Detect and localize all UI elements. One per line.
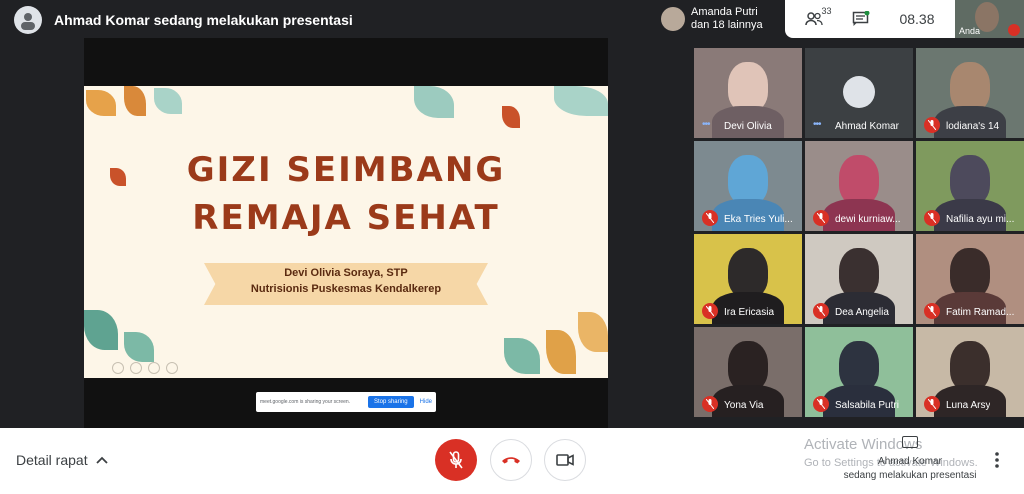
speaking-icon: •••	[702, 119, 710, 130]
leaf-decoration	[578, 312, 608, 352]
camera-toggle-button[interactable]	[544, 439, 586, 481]
participant-tile[interactable]: Salsabila Putri	[805, 327, 913, 417]
participant-name: lodiana's 14	[946, 121, 1000, 132]
leaf-decoration	[86, 90, 116, 116]
participant-name: Eka Tries Yuli...	[724, 214, 793, 225]
self-label: Anda	[959, 26, 981, 36]
mic-off-icon	[924, 396, 940, 412]
participant-tile[interactable]: Dea Angelia	[805, 234, 913, 324]
slide-presenter-role: Nutrisionis Puskesmas Kendalkerep	[250, 283, 442, 295]
participant-name: Ira Ericasia	[724, 307, 775, 318]
leaf-decoration	[546, 330, 576, 374]
stop-sharing-button[interactable]: Stop sharing	[367, 396, 414, 408]
participant-tile[interactable]: lodiana's 14	[916, 48, 1024, 138]
leave-call-button[interactable]	[490, 439, 532, 481]
participant-name: Devi Olivia	[724, 121, 772, 132]
leaf-decoration	[154, 88, 182, 114]
leaf-decoration	[124, 86, 146, 116]
mic-off-icon	[702, 210, 718, 226]
chip-line-2: dan 18 lainnya	[691, 19, 763, 31]
leaf-decoration	[554, 86, 608, 116]
presentation-stage: GIZI SEIMBANG REMAJA SEHAT Devi Olivia S…	[84, 38, 608, 428]
meeting-details-label: Detail rapat	[16, 452, 88, 468]
leaf-decoration	[504, 338, 540, 374]
meet-window: Ahmad Komar sedang melakukan presentasi …	[0, 0, 1024, 494]
participant-name: Yona Via	[724, 400, 764, 411]
chip-line-1: Amanda Putri	[691, 6, 758, 18]
mic-off-icon	[924, 117, 940, 133]
top-right-panel: Amanda Putri dan 18 lainnya 33 08.38 And…	[655, 0, 1024, 38]
prev-slide-icon[interactable]	[112, 362, 124, 374]
leaf-decoration	[84, 310, 118, 350]
participant-tile[interactable]: Fatim Ramad...	[916, 234, 1024, 324]
next-slide-icon[interactable]	[130, 362, 142, 374]
mic-off-icon	[924, 303, 940, 319]
presentation-slide: GIZI SEIMBANG REMAJA SEHAT Devi Olivia S…	[84, 86, 608, 378]
more-vert-icon	[995, 452, 999, 468]
participant-avatar	[843, 76, 875, 108]
leaf-decoration	[124, 332, 154, 362]
participant-name: Ahmad Komar	[835, 121, 899, 132]
participant-name: Fatim Ramad...	[946, 307, 1015, 318]
mic-off-icon	[813, 396, 829, 412]
present-line-2: sedang melakukan presentasi	[843, 470, 977, 481]
mic-off-icon	[702, 303, 718, 319]
slide-title-line-1: GIZI SEIMBANG	[186, 150, 506, 190]
mic-off-icon	[924, 210, 940, 226]
slide-presenter-name: Devi Olivia Soraya, STP	[284, 267, 408, 279]
presenter-title: Ahmad Komar sedang melakukan presentasi	[54, 12, 353, 28]
presenter-avatar	[14, 6, 42, 34]
leaf-decoration	[414, 86, 454, 118]
participant-tile[interactable]: Yona Via	[694, 327, 802, 417]
participant-name: Salsabila Putri	[835, 400, 899, 411]
participant-tile[interactable]: ••• Devi Olivia	[694, 48, 802, 138]
share-text: meet.google.com is sharing your screen.	[260, 399, 351, 405]
participants-chip[interactable]: Amanda Putri dan 18 lainnya	[655, 0, 785, 38]
presenting-status[interactable]: Ahmad Komar sedang melakukan presentasi	[840, 436, 980, 483]
mic-off-icon	[449, 451, 463, 469]
chat-icon	[853, 11, 870, 26]
menu-icon[interactable]	[166, 362, 178, 374]
chat-button[interactable]	[852, 11, 870, 27]
camera-icon	[556, 454, 574, 466]
participant-grid: ••• Devi Olivia ••• Ahmad Komar lodiana'…	[694, 48, 1024, 417]
participant-name: dewi kurniaw...	[835, 214, 901, 225]
clock: 08.38	[899, 11, 935, 27]
leaf-decoration	[502, 106, 520, 128]
participant-name: Luna Arsy	[946, 400, 991, 411]
meeting-details-button[interactable]: Detail rapat	[16, 452, 108, 468]
mic-off-icon	[1008, 24, 1020, 36]
bottom-bar: Detail rapat Activate Windows Go to Sett…	[0, 428, 1024, 494]
participant-avatar	[661, 7, 685, 31]
participant-tile[interactable]: Eka Tries Yuli...	[694, 141, 802, 231]
people-count: 33	[821, 6, 832, 16]
mic-off-icon	[702, 396, 718, 412]
present-line-1: Ahmad Komar	[878, 456, 942, 467]
participant-tile[interactable]: ••• Ahmad Komar	[805, 48, 913, 138]
mic-toggle-button[interactable]	[435, 439, 477, 481]
participant-tile[interactable]: dewi kurniaw...	[805, 141, 913, 231]
hide-button[interactable]: Hide	[420, 399, 432, 405]
participant-name: Dea Angelia	[835, 307, 889, 318]
participant-tile[interactable]: Nafilia ayu mi...	[916, 141, 1024, 231]
participant-name: Nafilia ayu mi...	[946, 214, 1015, 225]
speaking-icon: •••	[813, 119, 821, 130]
zoom-icon[interactable]	[148, 362, 160, 374]
participant-tile[interactable]: Ira Ericasia	[694, 234, 802, 324]
screen-share-bar: meet.google.com is sharing your screen. …	[256, 392, 436, 412]
people-button[interactable]: 33	[805, 6, 831, 26]
more-options-button[interactable]	[995, 452, 999, 473]
self-view[interactable]: Anda	[955, 0, 1024, 38]
slide-nav	[112, 362, 178, 374]
slide-title-line-2: REMAJA SEHAT	[192, 198, 500, 238]
present-screen-icon	[902, 436, 918, 448]
mic-off-icon	[813, 210, 829, 226]
participant-tile[interactable]: Luna Arsy	[916, 327, 1024, 417]
hang-up-icon	[502, 457, 520, 464]
top-controls: 33 08.38	[785, 0, 955, 38]
presenter-banner: Ahmad Komar sedang melakukan presentasi	[14, 6, 353, 34]
chevron-up-icon	[95, 456, 108, 464]
mic-off-icon	[813, 303, 829, 319]
